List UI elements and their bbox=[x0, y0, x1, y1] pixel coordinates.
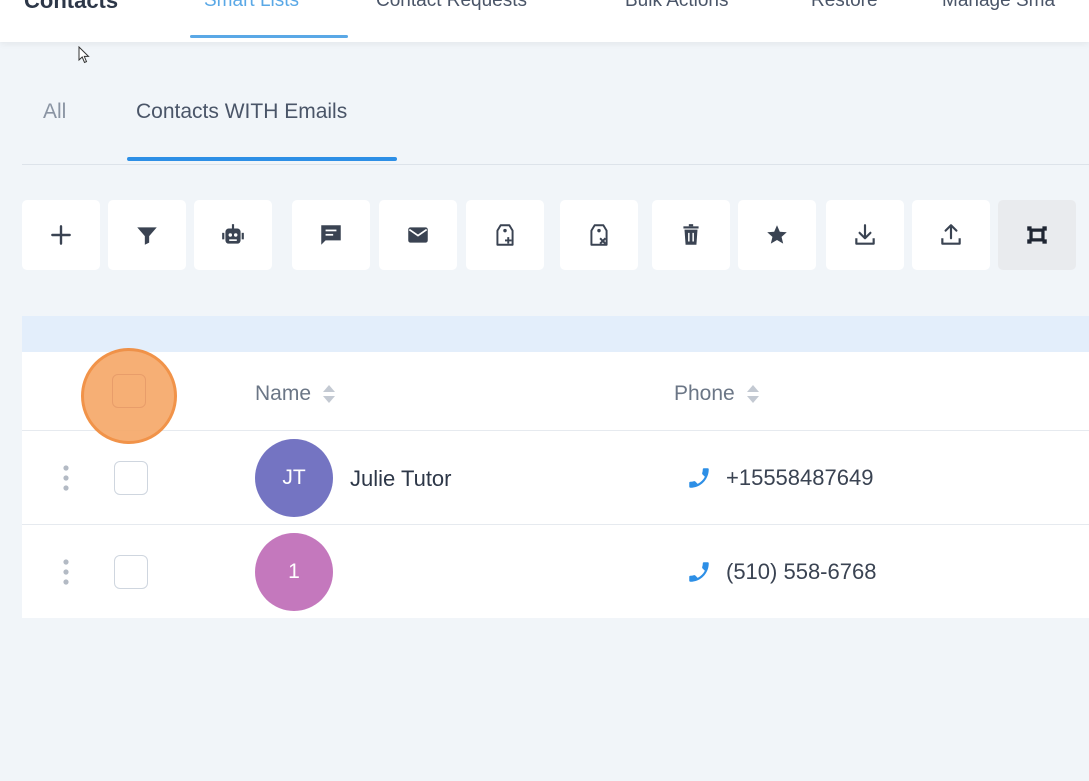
contact-phone[interactable]: +15558487649 bbox=[686, 465, 873, 491]
phone-number: +15558487649 bbox=[726, 465, 874, 490]
import-button[interactable] bbox=[912, 200, 990, 270]
smart-list-tabs: All Contacts WITH Emails bbox=[22, 84, 1089, 165]
download-icon bbox=[855, 224, 875, 245]
top-nav: Contacts Smart Lists Contact Requests Bu… bbox=[0, 0, 1089, 42]
message-icon bbox=[321, 225, 341, 245]
tab-bulk-actions[interactable]: Bulk Actions bbox=[625, 0, 729, 12]
export-button[interactable] bbox=[826, 200, 904, 270]
column-header-phone[interactable]: Phone bbox=[674, 380, 763, 408]
row-checkbox[interactable] bbox=[114, 555, 148, 589]
active-subtab-underline bbox=[127, 157, 397, 161]
contacts-table: Name Phone JT Julie Tutor +15558487649 1… bbox=[22, 348, 1089, 619]
merge-icon bbox=[1027, 226, 1047, 244]
active-tab-underline bbox=[190, 35, 348, 38]
star-icon bbox=[767, 225, 787, 244]
avatar: 1 bbox=[255, 533, 333, 611]
tab-smart-lists[interactable]: Smart Lists bbox=[204, 0, 299, 12]
contact-name[interactable]: Julie Tutor bbox=[350, 466, 452, 492]
remove-tag-button[interactable] bbox=[560, 200, 638, 270]
filter-button[interactable] bbox=[108, 200, 186, 270]
app-title: Contacts bbox=[24, 0, 119, 13]
column-header-phone-label: Phone bbox=[674, 382, 735, 405]
table-selection-bar bbox=[22, 316, 1089, 352]
delete-button[interactable] bbox=[652, 200, 730, 270]
send-sms-button[interactable] bbox=[292, 200, 370, 270]
filter-icon bbox=[137, 227, 157, 245]
tab-contact-requests[interactable]: Contact Requests bbox=[376, 0, 527, 12]
subtab-all[interactable]: All bbox=[43, 100, 66, 124]
automation-button[interactable] bbox=[194, 200, 272, 270]
row-menu-icon[interactable] bbox=[60, 462, 72, 494]
tab-restore[interactable]: Restore bbox=[811, 0, 878, 12]
sort-icon[interactable] bbox=[743, 380, 763, 408]
upload-icon bbox=[941, 224, 961, 245]
table-row[interactable]: JT Julie Tutor +15558487649 bbox=[22, 431, 1089, 525]
column-header-name-label: Name bbox=[255, 382, 312, 405]
robot-icon bbox=[222, 224, 244, 244]
phone-number: (510) 558-6768 bbox=[726, 559, 877, 584]
select-all-checkbox[interactable] bbox=[112, 374, 146, 408]
phone-icon bbox=[689, 468, 709, 488]
row-checkbox[interactable] bbox=[114, 461, 148, 495]
subtab-contacts-with-emails[interactable]: Contacts WITH Emails bbox=[136, 100, 347, 124]
avatar-initials: 1 bbox=[288, 560, 300, 583]
bulk-toolbar bbox=[22, 200, 1089, 270]
tag-remove-icon bbox=[590, 224, 608, 246]
add-contact-button[interactable] bbox=[22, 200, 100, 270]
click-highlight bbox=[81, 348, 177, 444]
send-email-button[interactable] bbox=[379, 200, 457, 270]
row-menu-icon[interactable] bbox=[60, 556, 72, 588]
merge-button[interactable] bbox=[998, 200, 1076, 270]
avatar-initials: JT bbox=[282, 466, 306, 489]
mouse-cursor-icon bbox=[78, 46, 90, 64]
tag-add-icon bbox=[496, 224, 514, 246]
sort-icon[interactable] bbox=[319, 380, 339, 408]
tab-manage-smart-lists[interactable]: Manage Sma bbox=[942, 0, 1055, 12]
phone-icon bbox=[689, 562, 709, 582]
add-tag-button[interactable] bbox=[466, 200, 544, 270]
table-header: Name Phone bbox=[22, 348, 1089, 444]
contact-phone[interactable]: (510) 558-6768 bbox=[686, 559, 876, 585]
mail-icon bbox=[408, 227, 428, 243]
column-header-name[interactable]: Name bbox=[255, 380, 339, 408]
plus-icon bbox=[51, 225, 71, 245]
table-row[interactable]: 1 (510) 558-6768 bbox=[22, 525, 1089, 619]
review-request-button[interactable] bbox=[738, 200, 816, 270]
avatar: JT bbox=[255, 439, 333, 517]
trash-icon bbox=[683, 224, 699, 245]
